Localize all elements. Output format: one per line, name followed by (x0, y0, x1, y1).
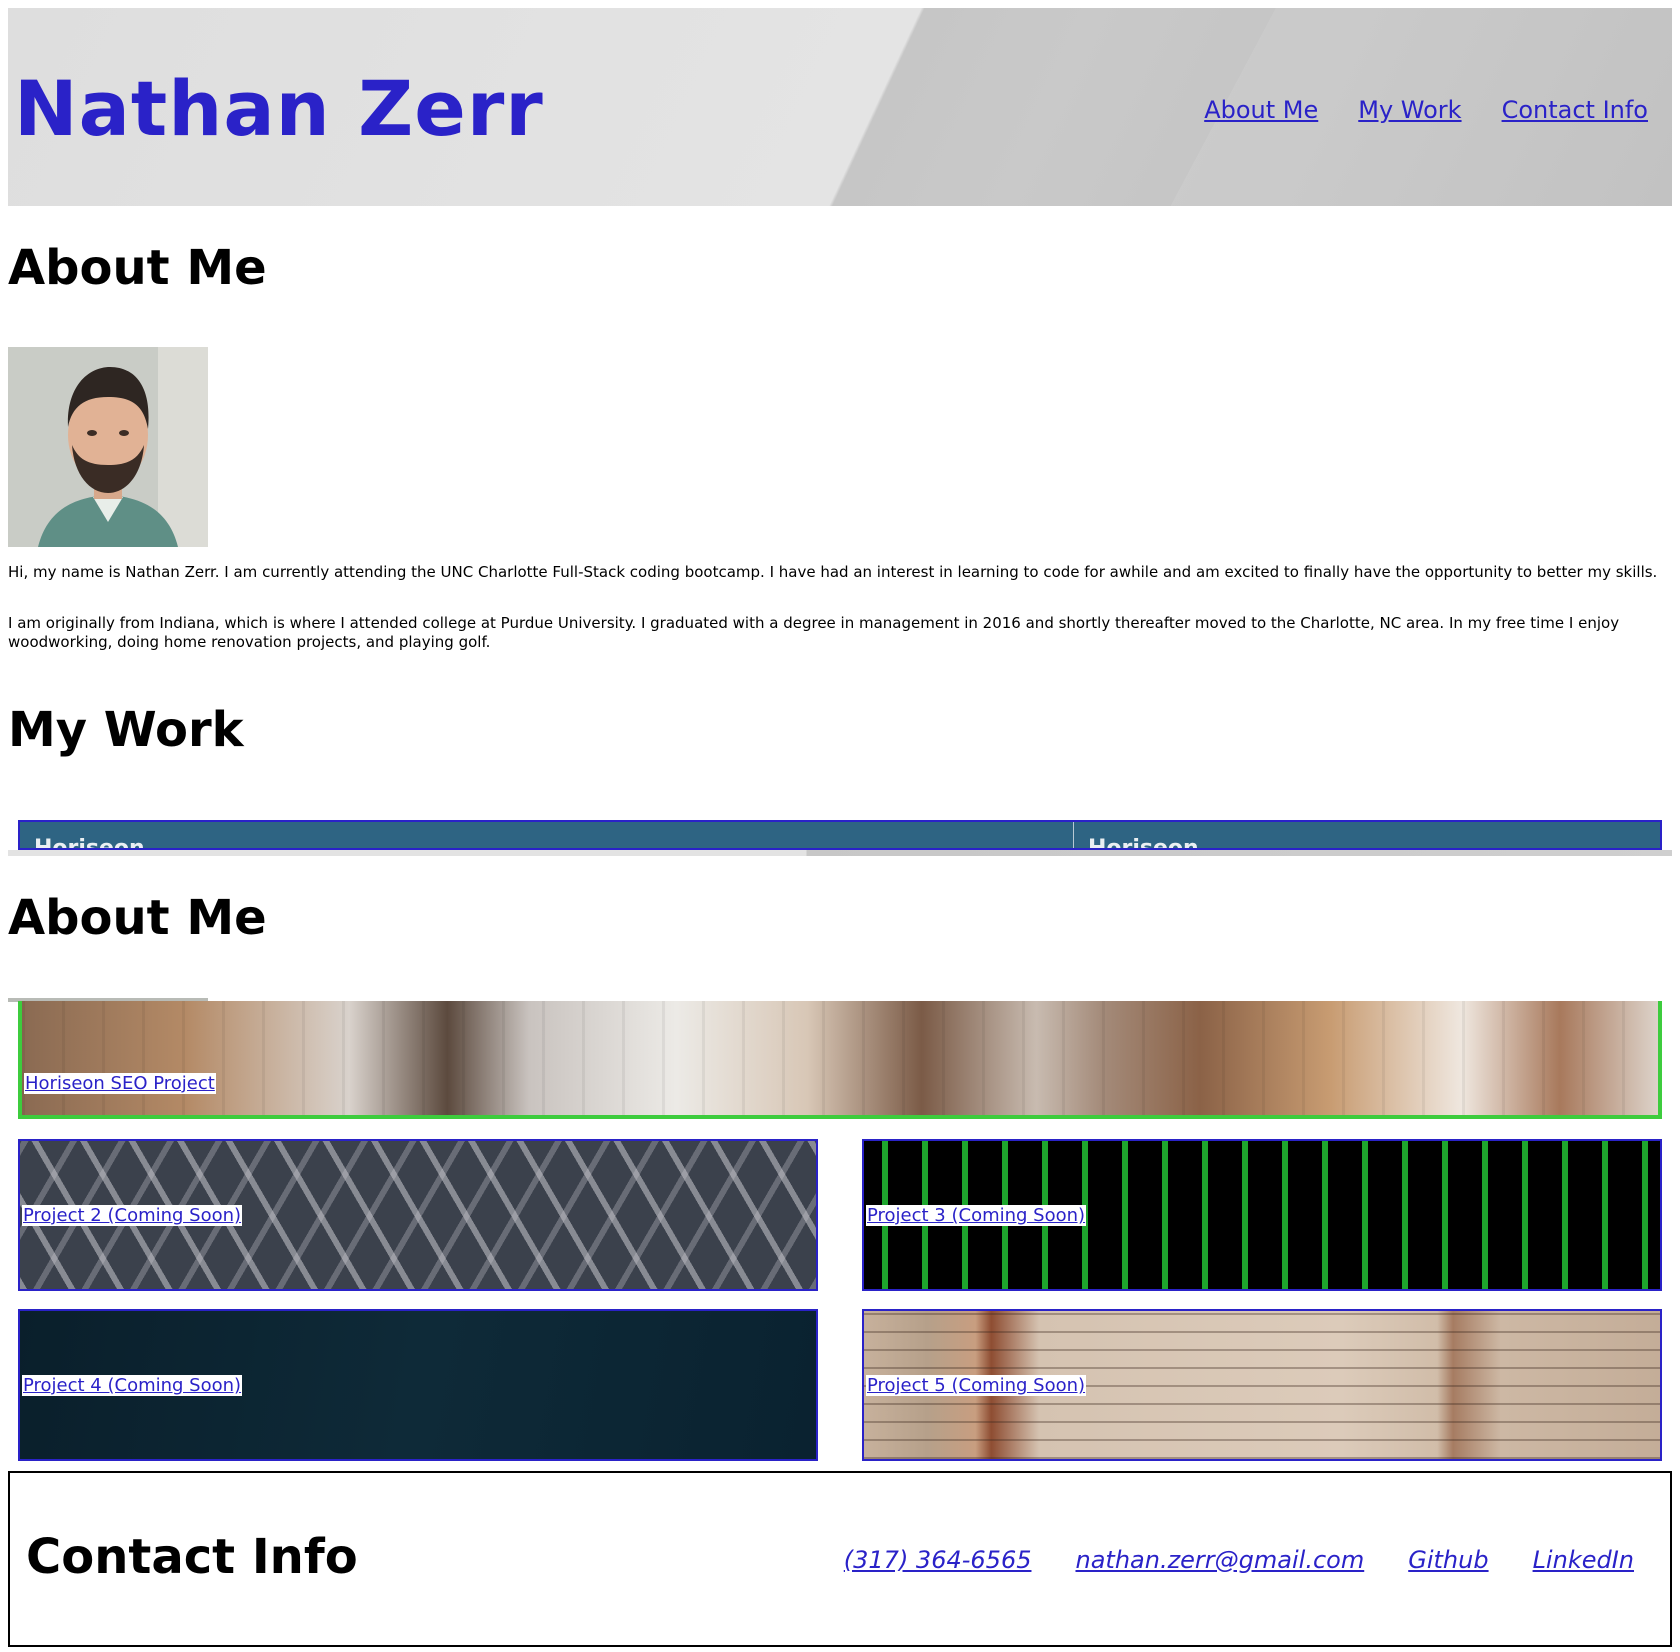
header-repeat-strip (8, 850, 1672, 856)
nav-about-me[interactable]: About Me (1204, 96, 1318, 124)
site-header: Nathan Zerr About Me My Work Contact Inf… (8, 8, 1672, 206)
about-paragraph-2: I am originally from Indiana, which is w… (8, 614, 1620, 651)
profile-photo (8, 347, 208, 547)
portrait-icon (8, 347, 208, 547)
about-heading: About Me (8, 240, 267, 296)
project-2-card[interactable]: Project 2 (Coming Soon) (18, 1139, 818, 1291)
project-featured[interactable]: Horiseon SEO Project (18, 1001, 1662, 1119)
contact-phone-link[interactable]: (317) 364-6565 (844, 1546, 1032, 1574)
about-heading-repeat: About Me (8, 890, 267, 946)
contact-section: Contact Info (317) 364-6565 nathan.zerr@… (8, 1471, 1672, 1647)
project-5-card[interactable]: Project 5 (Coming Soon) (862, 1309, 1662, 1461)
project-link-3[interactable]: Project 3 (Coming Soon) (866, 1205, 1087, 1226)
about-paragraph-1: Hi, my name is Nathan Zerr. I am current… (8, 563, 1658, 581)
contact-links: (317) 364-6565 nathan.zerr@gmail.com Git… (844, 1546, 1634, 1574)
project-featured-image (22, 1001, 1658, 1115)
project-link-horiseon[interactable]: Horiseon SEO Project (24, 1073, 216, 1094)
work-bar-label-left: Horiseon (34, 836, 145, 850)
contact-linkedin-link[interactable]: LinkedIn (1533, 1546, 1634, 1574)
nav-contact-info[interactable]: Contact Info (1502, 96, 1648, 124)
contact-email-link[interactable]: nathan.zerr@gmail.com (1075, 1546, 1364, 1574)
work-bar-divider (1073, 822, 1074, 848)
work-header-bar: Horiseon Horiseon (18, 820, 1662, 850)
project-link-4[interactable]: Project 4 (Coming Soon) (22, 1375, 243, 1396)
nav-my-work[interactable]: My Work (1358, 96, 1461, 124)
contact-heading: Contact Info (26, 1529, 358, 1585)
work-heading: My Work (8, 702, 244, 758)
main-nav: About Me My Work Contact Info (1204, 96, 1648, 124)
project-4-card[interactable]: Project 4 (Coming Soon) (18, 1309, 818, 1461)
work-bar-label-right: Horiseon (1088, 836, 1199, 850)
project-link-5[interactable]: Project 5 (Coming Soon) (866, 1375, 1087, 1396)
site-title: Nathan Zerr (14, 64, 544, 153)
project-3-card[interactable]: Project 3 (Coming Soon) (862, 1139, 1662, 1291)
project-link-2[interactable]: Project 2 (Coming Soon) (22, 1205, 243, 1226)
contact-github-link[interactable]: Github (1408, 1546, 1488, 1574)
